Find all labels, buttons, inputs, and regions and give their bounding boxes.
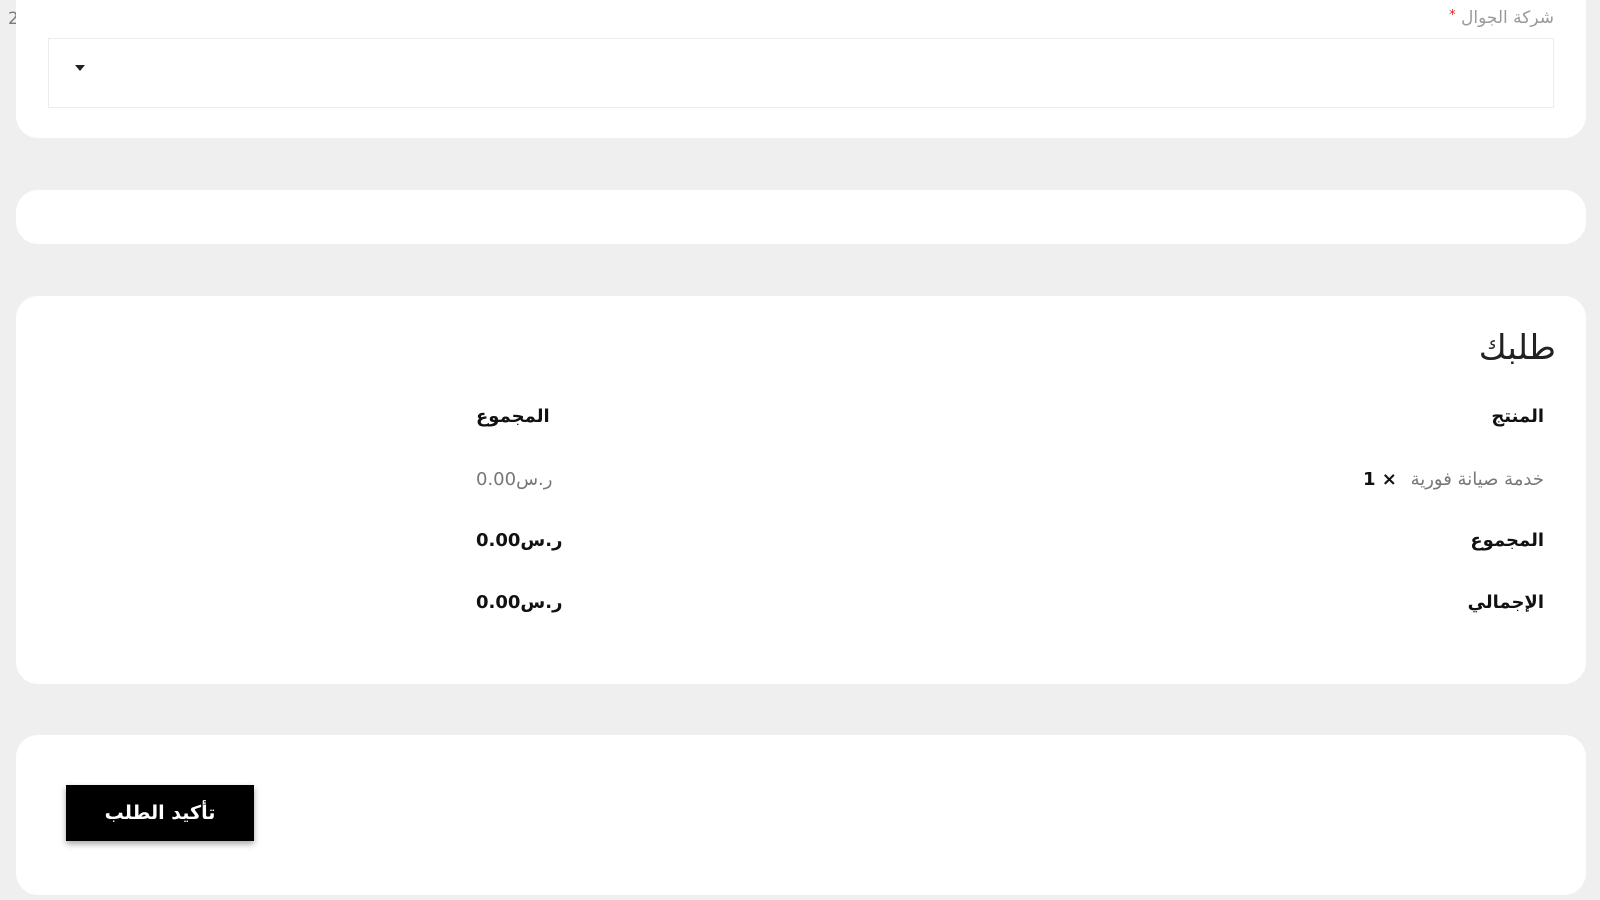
total-row: الإجمالي ر.س0.00 (16, 592, 1586, 622)
order-item-row: خدمة صيانة فورية × 1 ر.س0.00 (16, 469, 1586, 499)
chevron-down-icon (75, 65, 85, 71)
confirm-order-button[interactable]: تأكيد الطلب (66, 785, 254, 841)
carrier-select[interactable] (48, 38, 1554, 108)
action-card: تأكيد الطلب (16, 735, 1586, 895)
item-price: ر.س0.00 (476, 469, 553, 490)
item-quantity: × 1 (1362, 469, 1397, 490)
subtotal-row: المجموع ر.س0.00 (16, 530, 1586, 560)
order-header-row: المنتج المجموع (16, 406, 1586, 436)
subtotal-value: ر.س0.00 (476, 530, 563, 551)
carrier-label-text: شركة الجوال (1461, 8, 1554, 28)
subtotal-label: المجموع (1470, 530, 1544, 551)
order-item-name: خدمة صيانة فورية × 1 (1363, 469, 1544, 490)
carrier-field-label: شركة الجوال * (1443, 8, 1554, 28)
required-mark: * (1449, 8, 1456, 23)
total-label: الإجمالي (1467, 592, 1544, 613)
order-title: طلبك (1478, 328, 1556, 368)
carrier-card: شركة الجوال * (16, 0, 1586, 138)
checkout-page: 2:09 شركة الجوال * طلبك ال (0, 0, 1600, 900)
header-product: المنتج (1491, 406, 1544, 427)
order-summary-card: طلبك المنتج المجموع خدمة صيانة فورية × 1… (16, 296, 1586, 684)
empty-card (16, 190, 1586, 244)
header-total: المجموع (476, 406, 550, 427)
total-value: ر.س0.00 (476, 592, 563, 613)
item-name: خدمة صيانة فورية (1410, 469, 1544, 490)
